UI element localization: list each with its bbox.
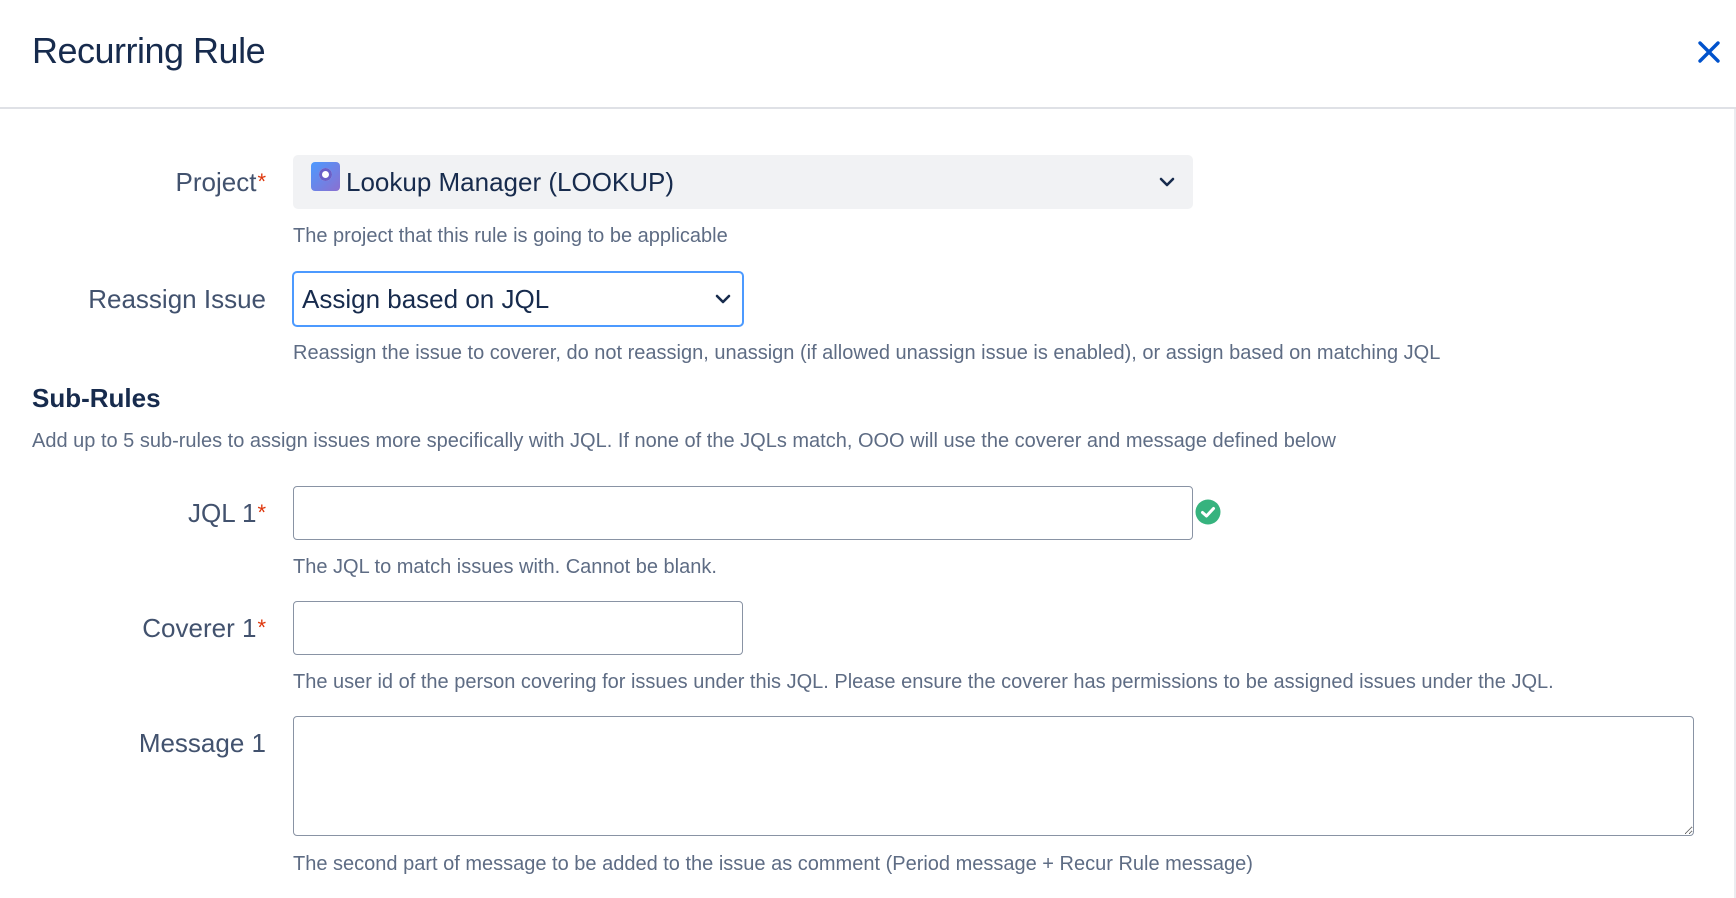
project-select[interactable]: Lookup Manager (LOOKUP) [293,155,1193,209]
required-mark: * [257,169,266,194]
project-select-value: Lookup Manager (LOOKUP) [346,167,675,197]
coverer1-help: The user id of the person covering for i… [293,671,1554,693]
subrules-title: Sub-Rules [32,383,161,413]
chevron-down-icon [1159,177,1175,187]
project-avatar-icon [311,162,340,191]
close-icon [1698,41,1720,63]
jql1-help: The JQL to match issues with. Cannot be … [293,556,717,578]
message1-textarea[interactable] [293,716,1694,836]
coverer1-input[interactable] [293,601,743,655]
project-label-text: Project [175,167,257,197]
dialog-title: Recurring Rule [32,30,266,71]
jql1-label: JQL 1* [188,498,266,529]
project-label: Project* [176,167,266,198]
required-mark: * [257,500,266,525]
check-circle-icon [1195,499,1221,525]
project-help: The project that this rule is going to b… [293,225,728,247]
coverer1-label: Coverer 1* [142,613,266,644]
coverer1-label-text: Coverer 1 [142,613,257,643]
reassign-help: Reassign the issue to coverer, do not re… [293,342,1441,364]
reassign-select-value: Assign based on JQL [302,284,550,314]
reassign-select[interactable]: Assign based on JQL [292,271,744,327]
close-button[interactable] [1693,36,1725,68]
subrules-description: Add up to 5 sub-rules to assign issues m… [32,430,1336,452]
chevron-down-icon [715,294,731,304]
jql1-label-text: JQL 1 [188,498,257,528]
message1-label: Message 1 [138,728,266,758]
dialog-header: Recurring Rule [0,0,1736,109]
reassign-label: Reassign Issue [88,284,266,314]
jql1-input[interactable] [293,486,1193,540]
message1-help: The second part of message to be added t… [293,853,1253,875]
required-mark: * [257,615,266,640]
